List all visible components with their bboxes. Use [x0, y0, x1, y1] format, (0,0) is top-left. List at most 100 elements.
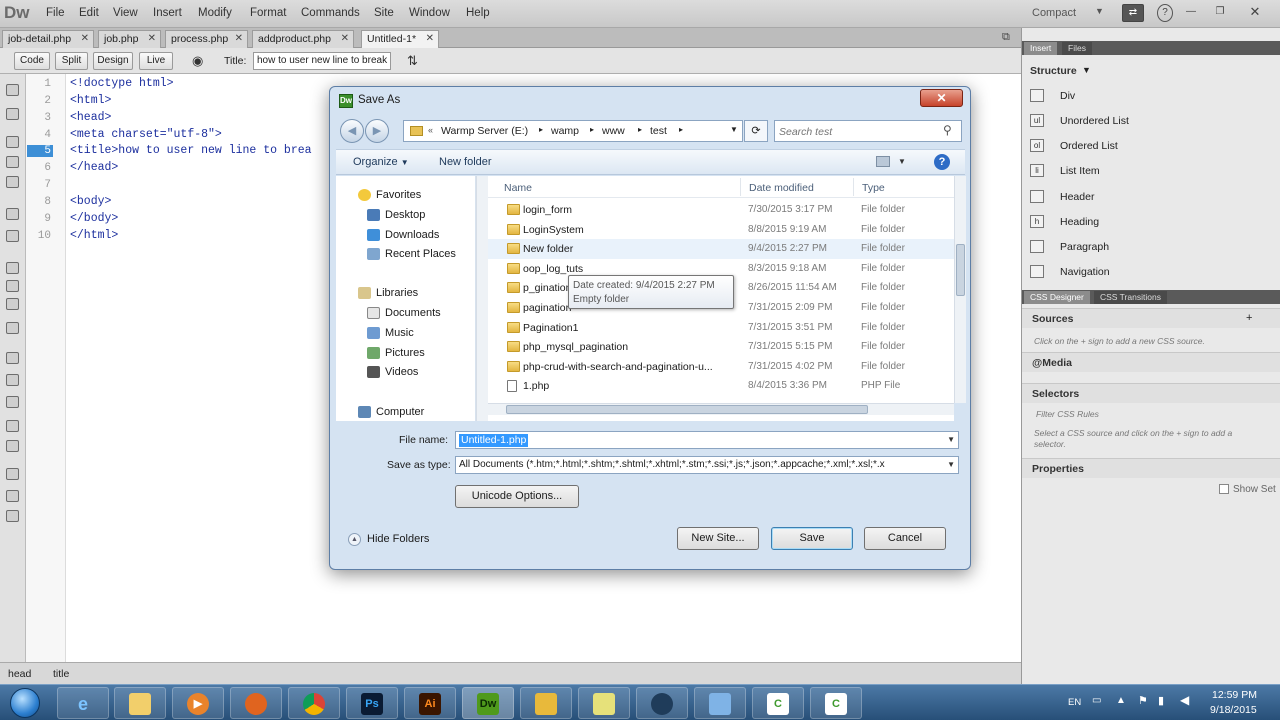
nav-desktop[interactable]: Desktop	[336, 206, 474, 224]
menu-format[interactable]: Format	[250, 7, 286, 19]
restore-panel-icon[interactable]: ⧉	[1002, 31, 1010, 44]
sources-section[interactable]: Sources +	[1022, 308, 1280, 328]
new-folder-button[interactable]: New folder	[439, 156, 492, 168]
breadcrumb-www[interactable]: www	[602, 125, 625, 137]
line-numbers-icon[interactable]	[6, 262, 19, 274]
title-input[interactable]: how to user new line to break	[253, 52, 391, 70]
chevron-right-icon[interactable]: ▸	[590, 125, 594, 134]
design-view-button[interactable]: Design	[93, 52, 133, 70]
chevron-down-icon[interactable]: ▼	[947, 435, 955, 444]
wrap-text-icon[interactable]	[6, 510, 19, 522]
clock-time[interactable]: 12:59 PM	[1212, 689, 1257, 701]
nav-videos[interactable]: Videos	[336, 363, 474, 381]
navigation-scrollbar[interactable]	[476, 176, 488, 421]
apply-comment-icon[interactable]	[6, 322, 19, 334]
flag-icon[interactable]: ⚑	[1138, 694, 1148, 707]
illustrator-icon[interactable]: Ai	[404, 687, 456, 719]
menu-edit[interactable]: Edit	[79, 7, 99, 19]
syntax-coloring-icon[interactable]	[6, 298, 19, 310]
show-code-navigator-icon[interactable]	[6, 108, 19, 120]
help-icon[interactable]: ?	[934, 154, 950, 170]
chrome-icon[interactable]	[288, 687, 340, 719]
file-transfer-icon[interactable]: ⇅	[407, 53, 418, 69]
close-icon[interactable]: ✕	[920, 89, 963, 107]
collapse-tag-icon[interactable]	[6, 136, 19, 148]
file-row[interactable]: 1.php 8/4/2015 3:36 PM PHP File	[488, 376, 954, 396]
insert-ordered-list[interactable]: ol Ordered List	[1030, 136, 1270, 158]
menu-site[interactable]: Site	[374, 7, 394, 19]
remote-desktop-icon[interactable]	[694, 687, 746, 719]
collapse-selection-icon[interactable]	[6, 156, 19, 168]
live-view-button[interactable]: Live	[139, 52, 173, 70]
file-row[interactable]: php_mysql_pagination 7/31/2015 5:15 PM Fil…	[488, 337, 954, 357]
code-view-button[interactable]: Code	[14, 52, 50, 70]
nav-libraries[interactable]: Libraries	[336, 284, 474, 302]
dreamweaver-icon[interactable]: Dw	[462, 687, 514, 719]
nav-recent-places[interactable]: Recent Places	[336, 245, 474, 263]
change-view-icon[interactable]	[876, 156, 890, 167]
column-divider[interactable]	[740, 178, 741, 196]
file-list-hscrollbar[interactable]	[488, 403, 954, 415]
chevron-down-icon[interactable]: ▼	[730, 125, 738, 134]
nav-documents[interactable]: Documents	[336, 304, 474, 322]
file-row[interactable]: Pagination1 7/31/2015 3:51 PM File folder	[488, 318, 954, 338]
help-icon[interactable]: ?	[1157, 4, 1173, 22]
menu-commands[interactable]: Commands	[301, 7, 360, 19]
tab-untitled-1[interactable]: Untitled-1* ✕	[361, 30, 439, 48]
cancel-button[interactable]: Cancel	[864, 527, 946, 550]
keyboard-icon[interactable]: ▭	[1092, 695, 1101, 706]
file-row[interactable]: LoginSystem 8/8/2015 9:19 AM File folder	[488, 220, 954, 240]
chevron-down-icon[interactable]: ▼	[1082, 65, 1091, 75]
close-icon[interactable]: ✕	[341, 31, 349, 47]
properties-section[interactable]: Properties	[1022, 458, 1280, 478]
recent-snippets-icon[interactable]	[6, 396, 19, 408]
column-name[interactable]: Name	[504, 182, 532, 194]
menu-window[interactable]: Window	[409, 7, 450, 19]
nav-computer[interactable]: Computer	[336, 403, 474, 421]
format-source-code-icon[interactable]	[6, 490, 19, 502]
tag-crumb-head[interactable]: head	[8, 668, 31, 680]
workspace-switcher[interactable]: Compact	[1032, 7, 1076, 19]
menu-help[interactable]: Help	[466, 7, 490, 19]
tab-process[interactable]: process.php ✕	[165, 30, 248, 48]
scrollbar-thumb[interactable]	[956, 244, 965, 296]
address-bar[interactable]: « Warmp Server (E:) ▸ wamp ▸ www ▸ test …	[403, 120, 743, 142]
highlight-invalid-code-icon[interactable]	[6, 280, 19, 292]
back-icon[interactable]: ◀	[340, 119, 364, 143]
file-manager-icon[interactable]	[520, 687, 572, 719]
forward-icon[interactable]: ▶	[365, 119, 389, 143]
file-list-scrollbar[interactable]	[954, 176, 966, 403]
new-site-button[interactable]: New Site...	[677, 527, 759, 550]
network-tray-icon[interactable]: ▮	[1158, 694, 1164, 707]
camtasia-icon[interactable]: C	[752, 687, 804, 719]
network-icon[interactable]	[636, 687, 688, 719]
close-icon[interactable]: ✕	[81, 31, 89, 47]
organize-button[interactable]: Organize ▼	[353, 156, 409, 168]
insert-list-item[interactable]: li List Item	[1030, 161, 1270, 183]
nav-pictures[interactable]: Pictures	[336, 344, 474, 362]
column-type[interactable]: Type	[862, 182, 885, 194]
menu-view[interactable]: View	[113, 7, 138, 19]
breadcrumb-drive[interactable]: Warmp Server (E:)	[441, 125, 528, 137]
save-as-type-select[interactable]: All Documents (*.htm;*.html;*.shtm;*.sht…	[455, 456, 959, 474]
search-icon[interactable]: ⚲	[943, 123, 952, 137]
chevron-down-icon[interactable]: ▼	[898, 157, 906, 166]
save-button[interactable]: Save	[771, 527, 853, 550]
clock-date[interactable]: 9/18/2015	[1210, 704, 1257, 716]
menu-file[interactable]: File	[46, 7, 65, 19]
chevron-right-icon[interactable]: ▸	[539, 125, 543, 134]
insert-div[interactable]: Div	[1030, 86, 1270, 108]
show-set-checkbox[interactable]	[1219, 484, 1229, 494]
wrap-tag-icon[interactable]	[6, 374, 19, 386]
insert-navigation[interactable]: Navigation	[1030, 262, 1270, 284]
file-row[interactable]: php-crud-with-search-and-pagination-u...…	[488, 357, 954, 377]
volume-icon[interactable]: ◀	[1180, 693, 1189, 707]
sticky-notes-icon[interactable]	[578, 687, 630, 719]
menu-modify[interactable]: Modify	[198, 7, 232, 19]
expand-all-icon[interactable]	[6, 176, 19, 188]
tab-job-detail[interactable]: job-detail.php ✕	[2, 30, 94, 48]
language-indicator[interactable]: EN	[1068, 697, 1081, 708]
indent-code-icon[interactable]	[6, 440, 19, 452]
filter-css-rules-input[interactable]: Filter CSS Rules	[1036, 409, 1266, 420]
photoshop-icon[interactable]: Ps	[346, 687, 398, 719]
